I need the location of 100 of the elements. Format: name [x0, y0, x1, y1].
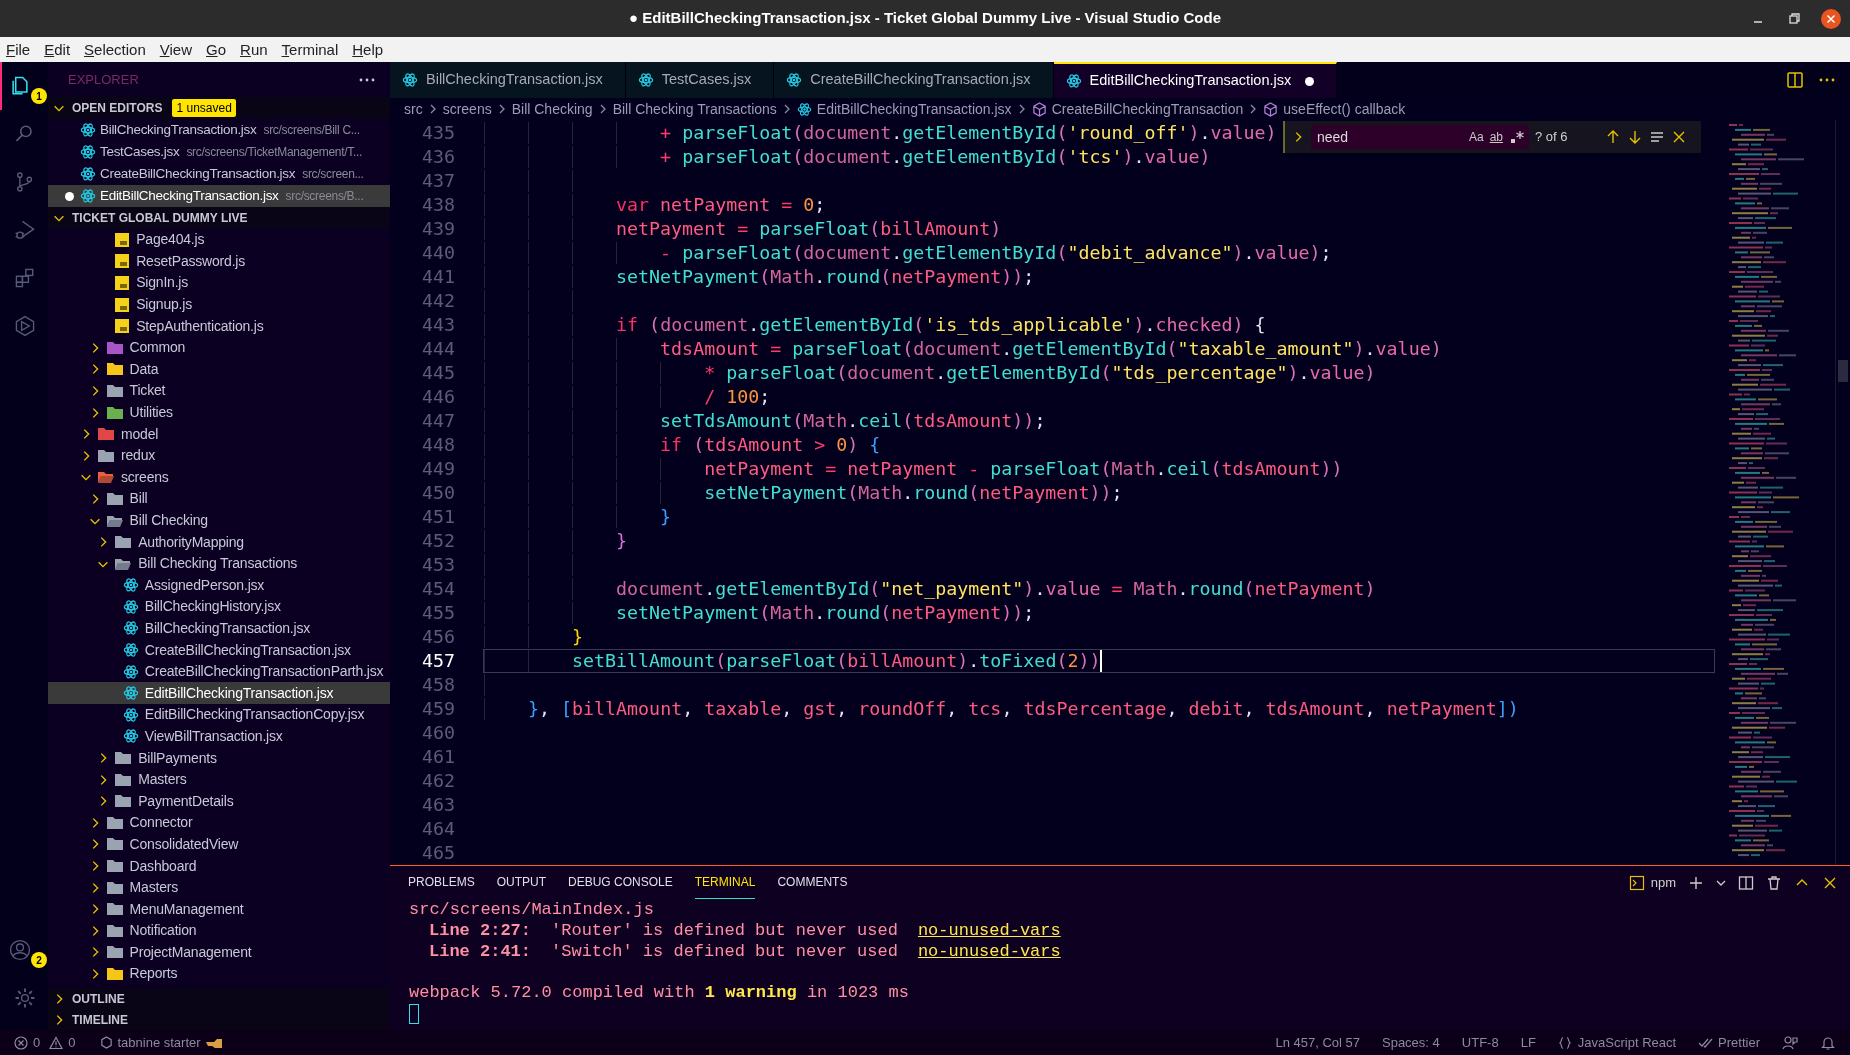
tree-item[interactable]: Bill: [48, 488, 390, 510]
tree-item[interactable]: Masters: [48, 768, 390, 791]
tree-item[interactable]: Bill Checking: [48, 509, 390, 532]
previous-match-icon[interactable]: [1605, 129, 1621, 145]
tree-item[interactable]: PaymentDetails: [48, 790, 390, 813]
rule-link[interactable]: no-unused-vars: [917, 920, 1061, 941]
indentation-status[interactable]: Spaces: 4: [1382, 1032, 1440, 1053]
panel-tab[interactable]: PROBLEMS: [408, 866, 475, 899]
prettier-status[interactable]: Prettier: [1698, 1032, 1760, 1053]
section-header[interactable]: OUTLINE: [72, 989, 125, 1008]
breadcrumb-item[interactable]: screens: [442, 98, 492, 120]
tree-item[interactable]: BillCheckingHistory.jsx: [48, 596, 390, 618]
line-number: 446: [420, 385, 455, 409]
breadcrumb-item[interactable]: EditBillCheckingTransaction.jsx: [796, 98, 1012, 120]
tree-item[interactable]: EditBillCheckingTransaction.jsx: [48, 682, 390, 705]
find-input[interactable]: need Aa ab: [1311, 125, 1529, 149]
panel-tab[interactable]: DEBUG CONSOLE: [568, 866, 673, 899]
close-icon[interactable]: [1671, 129, 1687, 145]
breadcrumb-item[interactable]: Bill Checking: [511, 98, 593, 120]
menu-item[interactable]: Edit: [44, 42, 71, 57]
plus-icon[interactable]: [1688, 874, 1704, 891]
panel-tab[interactable]: TERMINAL: [694, 866, 756, 899]
tree-item[interactable]: ProjectManagement: [48, 941, 390, 964]
eol-status[interactable]: LF: [1520, 1032, 1536, 1053]
tree-item[interactable]: StepAuthentication.js: [48, 315, 390, 337]
regex-icon[interactable]: [1509, 129, 1525, 145]
tree-item[interactable]: model: [48, 423, 390, 445]
run-debug-icon[interactable]: [13, 218, 37, 242]
menu-item[interactable]: Selection: [84, 42, 146, 57]
badge: 2: [31, 952, 47, 968]
rule-link[interactable]: no-unused-vars: [917, 941, 1061, 962]
tabnine-status[interactable]: tabnine starter: [100, 1032, 225, 1053]
section-header[interactable]: TIMELINE: [72, 1010, 128, 1029]
panel-tab[interactable]: COMMENTS: [777, 866, 848, 899]
section-header[interactable]: OPEN EDITORS: [72, 99, 163, 117]
settings-icon[interactable]: [13, 986, 37, 1010]
tree-item[interactable]: screens: [48, 466, 390, 489]
breadcrumb-item[interactable]: Bill Checking Transactions: [612, 98, 777, 120]
tree-item[interactable]: MenuManagement: [48, 898, 390, 920]
tree-item[interactable]: Utilities: [48, 401, 390, 424]
tree-item[interactable]: Bill Checking Transactions: [48, 552, 390, 575]
tree-item[interactable]: Ticket: [48, 380, 390, 402]
breadcrumb-item[interactable]: useEffect() callback: [1263, 98, 1406, 120]
tree-item[interactable]: redux: [48, 444, 390, 467]
editor-tab[interactable]: EditBillCheckingTransaction.jsx: [1053, 62, 1338, 98]
editor-tab[interactable]: TestCases.jsx: [625, 62, 775, 98]
menu-item[interactable]: Go: [206, 42, 227, 57]
tree-item[interactable]: SignIn.js: [48, 272, 390, 294]
tree-item[interactable]: ViewBillTransaction.jsx: [48, 725, 390, 748]
menu-item[interactable]: File: [6, 42, 31, 57]
tree-item[interactable]: Data: [48, 358, 390, 381]
tree-item[interactable]: BillPayments: [48, 747, 390, 769]
cursor-position[interactable]: Ln 457, Col 57: [1275, 1032, 1360, 1053]
tree-item[interactable]: AssignedPerson.jsx: [48, 574, 390, 597]
menu-item[interactable]: Terminal: [281, 42, 339, 57]
tree-item[interactable]: EditBillCheckingTransactionCopy.jsx: [48, 704, 390, 726]
close-icon[interactable]: [1820, 8, 1842, 30]
editor-tab[interactable]: CreateBillCheckingTransaction.jsx: [774, 62, 1054, 98]
unsaved-badge: 1 unsaved: [172, 99, 236, 117]
tree-item[interactable]: CreateBillCheckingTransactionParth.jsx: [48, 660, 390, 683]
tree-item[interactable]: Common: [48, 336, 390, 359]
tree-item[interactable]: CreateBillCheckingTransaction.jsx: [48, 639, 390, 661]
encoding-status[interactable]: UTF-8: [1461, 1032, 1499, 1053]
match-case-toggle[interactable]: Aa: [1468, 128, 1484, 146]
breadcrumb-item[interactable]: CreateBillCheckingTransaction: [1031, 98, 1244, 120]
find-in-selection-icon[interactable]: [1649, 129, 1665, 145]
panel-tab[interactable]: OUTPUT: [496, 866, 547, 899]
tree-item[interactable]: ConsolidatedView: [48, 833, 390, 856]
remote-icon[interactable]: [13, 314, 37, 338]
tree-item[interactable]: Dashboard: [48, 855, 390, 877]
split-editor-icon[interactable]: [1786, 71, 1804, 89]
open-editor-item[interactable]: BillCheckingTransaction.jsx src/screens/Bill C...: [48, 119, 390, 141]
account-icon[interactable]: [8, 938, 32, 962]
trash-icon[interactable]: [1766, 874, 1782, 891]
menu-item[interactable]: Run: [240, 42, 268, 57]
open-editor-item[interactable]: CreateBillCheckingTransaction.jsx src/screen...: [48, 163, 390, 185]
tree-item[interactable]: Notification: [48, 920, 390, 942]
whole-word-toggle[interactable]: ab: [1489, 128, 1503, 146]
tree-item[interactable]: Masters: [48, 876, 390, 899]
terminal-selector[interactable]: npm: [1628, 872, 1676, 893]
scrollbar-thumb[interactable]: [1838, 360, 1848, 382]
tree-item[interactable]: BillCheckingTransaction.jsx: [48, 617, 390, 640]
editor-tab[interactable]: BillCheckingTransaction.jsx: [390, 62, 626, 98]
tree-item[interactable]: Signup.js: [48, 293, 390, 316]
tree-item[interactable]: Connector: [48, 812, 390, 834]
tree-item[interactable]: Page404.js: [48, 229, 390, 251]
split-icon[interactable]: [1738, 874, 1754, 891]
tree-item[interactable]: Reports: [48, 963, 390, 985]
open-editor-item[interactable]: TestCases.jsx src/screens/TicketManagement/T...: [48, 141, 390, 163]
tree-item[interactable]: AuthorityMapping: [48, 531, 390, 553]
next-match-icon[interactable]: [1627, 129, 1643, 145]
breadcrumb-item[interactable]: src: [404, 98, 423, 120]
menu-item[interactable]: Help: [352, 42, 384, 57]
language-mode[interactable]: JavaScript React: [1557, 1032, 1677, 1053]
open-editor-item[interactable]: EditBillCheckingTransaction.jsx src/screens/B...: [48, 185, 390, 207]
feedback-icon[interactable]: [1782, 1034, 1798, 1051]
cube-icon: [1031, 101, 1047, 117]
menu-item[interactable]: View: [159, 42, 192, 57]
tree-item[interactable]: ResetPassword.js: [48, 250, 390, 273]
bell-icon[interactable]: [1820, 1034, 1836, 1051]
